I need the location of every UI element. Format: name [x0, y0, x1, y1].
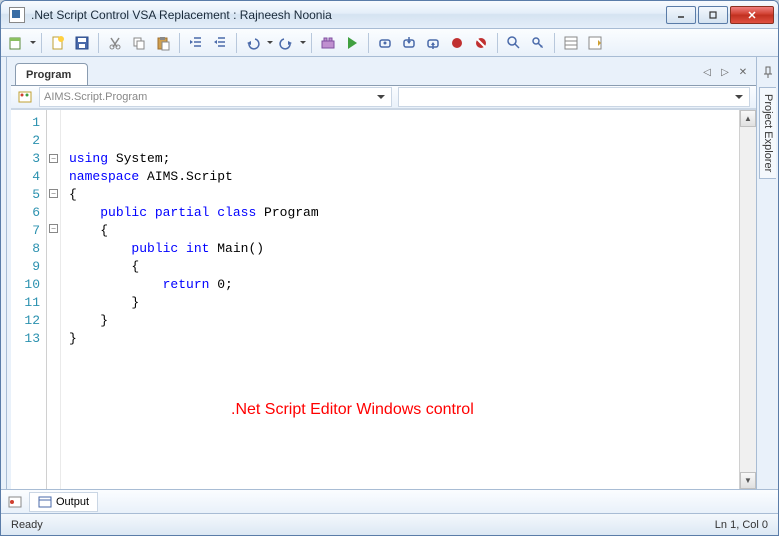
- app-icon: [9, 7, 25, 23]
- status-position: Ln 1, Col 0: [715, 519, 768, 531]
- undo-dropdown[interactable]: [266, 32, 273, 54]
- breakpoint-toggle-button[interactable]: [446, 32, 468, 54]
- redo-button[interactable]: [275, 32, 297, 54]
- output-tab[interactable]: Output: [29, 492, 98, 512]
- navigation-bar: AIMS.Script.Program: [11, 85, 756, 109]
- tab-next-icon[interactable]: ▷: [718, 65, 732, 79]
- class-combo[interactable]: AIMS.Script.Program: [39, 87, 392, 107]
- app-window: .Net Script Control VSA Replacement : Ra…: [0, 0, 779, 536]
- overlay-line1: .Net Script Editor Windows control: [231, 392, 474, 428]
- find-next-button[interactable]: [527, 32, 549, 54]
- document-tabstrip: Program ◁ ▷ ✕: [11, 61, 756, 85]
- fold-toggle[interactable]: −: [49, 224, 58, 233]
- paste-button[interactable]: [152, 32, 174, 54]
- scroll-down-icon[interactable]: ▼: [740, 472, 756, 489]
- find-button[interactable]: [503, 32, 525, 54]
- tab-program[interactable]: Program: [15, 63, 88, 85]
- tab-close-icon[interactable]: ✕: [736, 65, 750, 79]
- build-button[interactable]: [317, 32, 339, 54]
- new-project-button[interactable]: [5, 32, 27, 54]
- line-number-gutter: 12345678910111213: [11, 110, 47, 489]
- autohide-pin-icon[interactable]: [761, 65, 775, 79]
- scroll-track[interactable]: [740, 127, 756, 472]
- new-file-button[interactable]: [47, 32, 69, 54]
- undo-button[interactable]: [242, 32, 264, 54]
- indent-button[interactable]: [209, 32, 231, 54]
- code-text[interactable]: using System;namespace AIMS.Script{ publ…: [61, 110, 739, 489]
- save-button[interactable]: [71, 32, 93, 54]
- breakpoint-clear-button[interactable]: [470, 32, 492, 54]
- main-toolbar: [1, 29, 778, 57]
- project-explorer-tab[interactable]: Project Explorer: [759, 87, 776, 179]
- minimize-button[interactable]: [666, 6, 696, 24]
- step-over-button[interactable]: [374, 32, 396, 54]
- options-button[interactable]: [584, 32, 606, 54]
- right-dock: Project Explorer: [756, 57, 778, 489]
- bottom-tabstrip: Output: [1, 489, 778, 513]
- status-ready: Ready: [11, 519, 43, 531]
- titlebar[interactable]: .Net Script Control VSA Replacement : Ra…: [1, 1, 778, 29]
- run-button[interactable]: [341, 32, 363, 54]
- step-out-button[interactable]: [422, 32, 444, 54]
- maximize-button[interactable]: [698, 6, 728, 24]
- code-editor[interactable]: 12345678910111213 − − − using System;names…: [11, 109, 756, 489]
- member-combo[interactable]: [398, 87, 751, 107]
- fold-toggle[interactable]: −: [49, 189, 58, 198]
- properties-button[interactable]: [560, 32, 582, 54]
- tab-prev-icon[interactable]: ◁: [700, 65, 714, 79]
- cut-button[interactable]: [104, 32, 126, 54]
- left-dock-stub[interactable]: [1, 57, 7, 489]
- output-tab-label: Output: [56, 496, 89, 508]
- vertical-scrollbar[interactable]: ▲ ▼: [739, 110, 756, 489]
- fold-toggle[interactable]: −: [49, 154, 58, 163]
- redo-dropdown[interactable]: [299, 32, 306, 54]
- outdent-button[interactable]: [185, 32, 207, 54]
- main-area: Program ◁ ▷ ✕ AIMS.Script.Program 123456…: [1, 57, 778, 489]
- error-list-icon[interactable]: [7, 494, 23, 510]
- status-bar: Ready Ln 1, Col 0: [1, 513, 778, 535]
- editor-panel: Program ◁ ▷ ✕ AIMS.Script.Program 123456…: [11, 61, 756, 489]
- new-project-dropdown[interactable]: [29, 32, 36, 54]
- fold-column[interactable]: − − −: [47, 110, 61, 489]
- step-into-button[interactable]: [398, 32, 420, 54]
- scroll-up-icon[interactable]: ▲: [740, 110, 756, 127]
- close-button[interactable]: [730, 6, 774, 24]
- class-icon: [17, 89, 33, 105]
- window-title: .Net Script Control VSA Replacement : Ra…: [31, 8, 664, 22]
- copy-button[interactable]: [128, 32, 150, 54]
- output-icon: [38, 495, 52, 509]
